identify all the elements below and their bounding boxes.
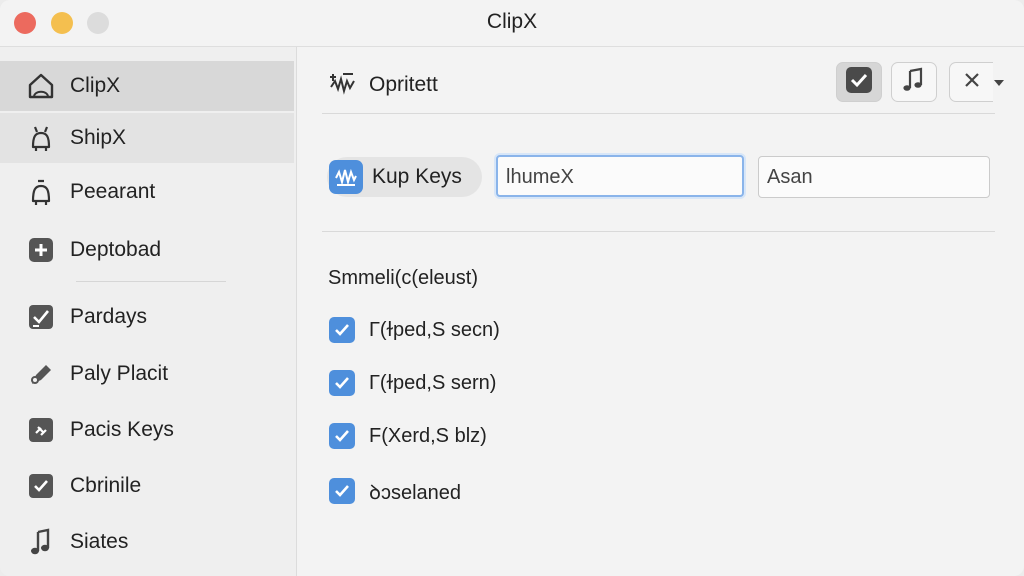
sidebar-item-shipx[interactable]: ShipX xyxy=(0,113,294,163)
checkbox-label: Г(ɫped,S sern) xyxy=(369,371,497,394)
checkbox-row[interactable]: ꝺɔselaned xyxy=(329,476,461,506)
close-icon xyxy=(961,69,983,96)
plus-square-icon xyxy=(26,235,56,265)
sidebar-item-paly-placit[interactable]: Paly Placit xyxy=(0,349,294,399)
sidebar-item-label: Pardays xyxy=(70,305,148,328)
sidebar-item-label: Cbrinile xyxy=(70,474,142,497)
sidebar-item-pardays[interactable]: Pardays xyxy=(0,292,294,342)
checkbox-row[interactable]: Г(ɫped,S sern) xyxy=(329,368,496,398)
bell-icon xyxy=(26,177,56,207)
checkbox[interactable] xyxy=(329,317,355,343)
shortcut-secondary-field[interactable]: Asan xyxy=(758,156,990,198)
music-note-icon xyxy=(26,527,56,557)
checkbox[interactable] xyxy=(329,478,355,504)
shortcut-label: Kup Keys xyxy=(372,165,462,188)
page-title: Opritett xyxy=(369,73,438,96)
sidebar-item-pacis-keys[interactable]: Pacis Keys xyxy=(0,405,294,455)
confirm-button[interactable] xyxy=(836,62,882,102)
close-button[interactable] xyxy=(949,62,993,102)
checkbox-label: F(Xerd,S blz) xyxy=(369,424,487,447)
home-icon xyxy=(26,71,56,101)
sidebar-item-clipx[interactable]: ClipX xyxy=(0,61,294,111)
bell-icon xyxy=(26,123,56,153)
chevron-down-icon[interactable] xyxy=(992,76,1006,90)
shortcut-label-pill: Kup Keys xyxy=(327,157,482,197)
sidebar-item-label: Siates xyxy=(70,530,129,553)
sidebar-item-deptobad[interactable]: Deptobad xyxy=(0,225,294,275)
sidebar-item-label: Paly Placit xyxy=(70,362,169,385)
header-divider xyxy=(322,113,995,114)
checkmark-icon xyxy=(845,66,873,99)
waveform-icon xyxy=(329,160,363,194)
options-section-title: Smmeli(c(eleust) xyxy=(328,267,479,289)
checkbox-label: ꝺɔselaned xyxy=(369,481,462,504)
sidebar-item-label: ShipX xyxy=(70,126,127,149)
sidebar-item-siates[interactable]: Siates xyxy=(0,517,294,567)
section-divider xyxy=(322,231,995,232)
music-note-icon xyxy=(901,67,927,98)
sidebar-item-label: ClipX xyxy=(70,74,121,97)
title-bar: ClipX xyxy=(0,0,1024,47)
shortcut-key-field[interactable]: lhumeX xyxy=(496,155,744,197)
music-button[interactable] xyxy=(891,62,937,102)
tag-icon xyxy=(26,415,56,445)
checkbox-row[interactable]: F(Xerd,S blz) xyxy=(329,421,487,451)
sidebar-item-peearant[interactable]: Peearant xyxy=(0,167,294,217)
check-square-icon xyxy=(26,471,56,501)
sidebar-item-label: Peearant xyxy=(70,180,156,203)
checkbox-label: Г(ɫped,S secn) xyxy=(369,318,500,341)
sidebar-divider xyxy=(76,281,226,282)
waveform-icon xyxy=(327,69,357,99)
checkbox[interactable] xyxy=(329,423,355,449)
sidebar: ClipX ShipX Peearant Deptobad Pardays Pa… xyxy=(0,47,297,576)
checkbox[interactable] xyxy=(329,370,355,396)
sidebar-item-label: Pacis Keys xyxy=(70,418,174,441)
window-title: ClipX xyxy=(486,10,538,33)
sidebar-item-cbrinile[interactable]: Cbrinile xyxy=(0,461,294,511)
pen-icon xyxy=(26,359,56,389)
app-window: ClipX ClipX ShipX Peearant Deptobad Pard… xyxy=(0,0,1024,576)
main-panel: Opritett Kup Keys lhumeX Asan Smmeli(c(e… xyxy=(297,47,1024,576)
checklist-icon xyxy=(26,302,56,332)
sidebar-item-label: Deptobad xyxy=(70,238,162,261)
checkbox-row[interactable]: Г(ɫped,S secn) xyxy=(329,315,500,345)
